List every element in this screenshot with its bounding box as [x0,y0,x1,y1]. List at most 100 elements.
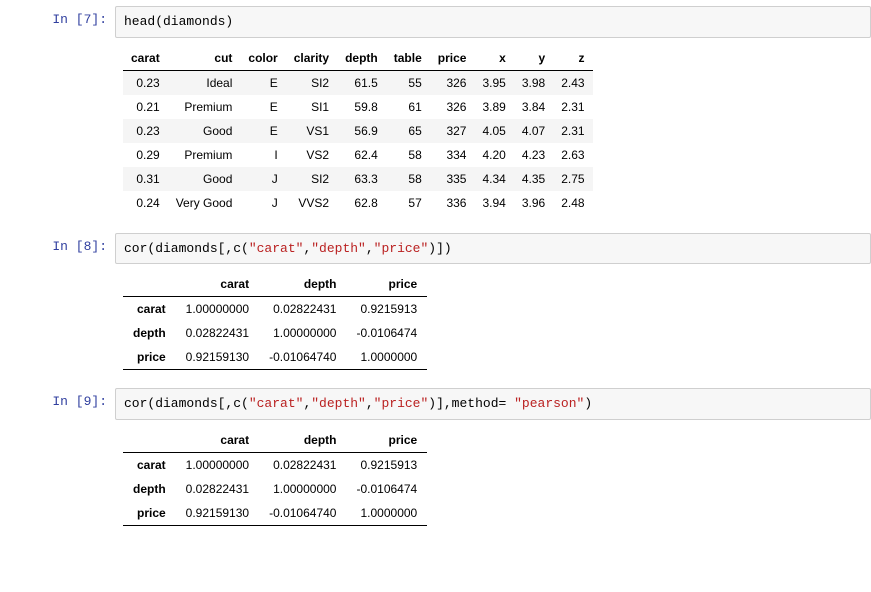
table-cell: 2.31 [553,119,592,143]
table-cell: -0.0106474 [346,321,427,345]
table-cell: 0.02822431 [259,297,346,322]
table-cell: 0.02822431 [259,452,346,477]
column-header: x [474,46,513,71]
table-cell: 1.0000000 [346,345,427,370]
table-cell: 1.00000000 [176,297,259,322]
column-header: price [346,428,427,453]
table-cell: 2.75 [553,167,592,191]
table-cell: 4.23 [514,143,553,167]
column-header: clarity [286,46,337,71]
table-cell: 56.9 [337,119,386,143]
table-cell: J [240,191,285,215]
output-cell-7: carat cut color clarity depth table pric… [0,42,871,229]
column-header [123,428,176,453]
table-cell: 59.8 [337,95,386,119]
table-header-row: carat depth price [123,428,427,453]
table-cell: 62.4 [337,143,386,167]
column-header: carat [176,272,259,297]
code-input[interactable]: cor(diamonds[,c("carat","depth","price")… [115,388,871,420]
table-cell: 0.9215913 [346,452,427,477]
input-prompt: In [7]: [0,6,115,27]
table-cell: 4.07 [514,119,553,143]
row-header: price [123,501,176,526]
table-cell: 0.21 [123,95,168,119]
table-cell: Premium [168,143,241,167]
output-prompt [0,42,115,48]
row-header: carat [123,297,176,322]
table-cell: I [240,143,285,167]
table-cell: 336 [430,191,475,215]
table-cell: 3.94 [474,191,513,215]
table-cell: 335 [430,167,475,191]
table-cell: 327 [430,119,475,143]
table-cell: 1.00000000 [176,452,259,477]
input-cell-7: In [7]: head(diamonds) [0,6,871,38]
table-row: depth0.028224311.00000000-0.0106474 [123,477,427,501]
table-cell: 2.48 [553,191,592,215]
output-cell-9: carat depth price carat1.000000000.02822… [0,424,871,540]
table-cell: 0.23 [123,119,168,143]
table-row: price0.92159130-0.010647401.0000000 [123,345,427,370]
row-header: price [123,345,176,370]
table-cell: Good [168,119,241,143]
table-cell: SI2 [286,167,337,191]
table-cell: 0.92159130 [176,501,259,526]
code-input[interactable]: cor(diamonds[,c("carat","depth","price")… [115,233,871,265]
table-cell: 0.23 [123,70,168,95]
table-cell: 61.5 [337,70,386,95]
table-cell: E [240,95,285,119]
column-header: depth [259,272,346,297]
table-cell: 4.34 [474,167,513,191]
table-cell: 1.0000000 [346,501,427,526]
table-cell: 0.9215913 [346,297,427,322]
table-cell: 326 [430,70,475,95]
output-area: carat depth price carat1.000000000.02822… [115,268,871,384]
column-header [123,272,176,297]
table-cell: 0.02822431 [176,477,259,501]
input-prompt: In [8]: [0,233,115,254]
table-cell: 4.20 [474,143,513,167]
table-header-row: carat depth price [123,272,427,297]
table-cell: 326 [430,95,475,119]
table-cell: 57 [386,191,430,215]
table-cell: 58 [386,143,430,167]
diamonds-table: carat cut color clarity depth table pric… [123,46,593,215]
table-row: carat1.000000000.028224310.9215913 [123,297,427,322]
table-cell: 3.89 [474,95,513,119]
code-input[interactable]: head(diamonds) [115,6,871,38]
table-row: carat1.000000000.028224310.9215913 [123,452,427,477]
table-cell: 1.00000000 [259,477,346,501]
table-row: price0.92159130-0.010647401.0000000 [123,501,427,526]
table-row: 0.24Very GoodJVVS262.8573363.943.962.48 [123,191,593,215]
table-row: 0.21PremiumESI159.8613263.893.842.31 [123,95,593,119]
table-row: 0.23IdealESI261.5553263.953.982.43 [123,70,593,95]
column-header: carat [123,46,168,71]
table-row: depth0.028224311.00000000-0.0106474 [123,321,427,345]
output-area: carat cut color clarity depth table pric… [115,42,871,229]
table-cell: 61 [386,95,430,119]
table-cell: E [240,70,285,95]
column-header: z [553,46,592,71]
column-header: y [514,46,553,71]
table-cell: 0.31 [123,167,168,191]
output-cell-8: carat depth price carat1.000000000.02822… [0,268,871,384]
table-cell: 3.98 [514,70,553,95]
table-header-row: carat cut color clarity depth table pric… [123,46,593,71]
table-cell: SI1 [286,95,337,119]
table-cell: 1.00000000 [259,321,346,345]
column-header: carat [176,428,259,453]
table-cell: 3.95 [474,70,513,95]
table-cell: 2.63 [553,143,592,167]
output-prompt [0,268,115,274]
row-header: carat [123,452,176,477]
table-cell: 3.96 [514,191,553,215]
table-cell: -0.01064740 [259,501,346,526]
table-cell: J [240,167,285,191]
table-cell: 4.05 [474,119,513,143]
column-header: table [386,46,430,71]
table-cell: Good [168,167,241,191]
table-cell: 2.31 [553,95,592,119]
table-cell: 58 [386,167,430,191]
column-header: depth [337,46,386,71]
table-row: 0.31GoodJSI263.3583354.344.352.75 [123,167,593,191]
